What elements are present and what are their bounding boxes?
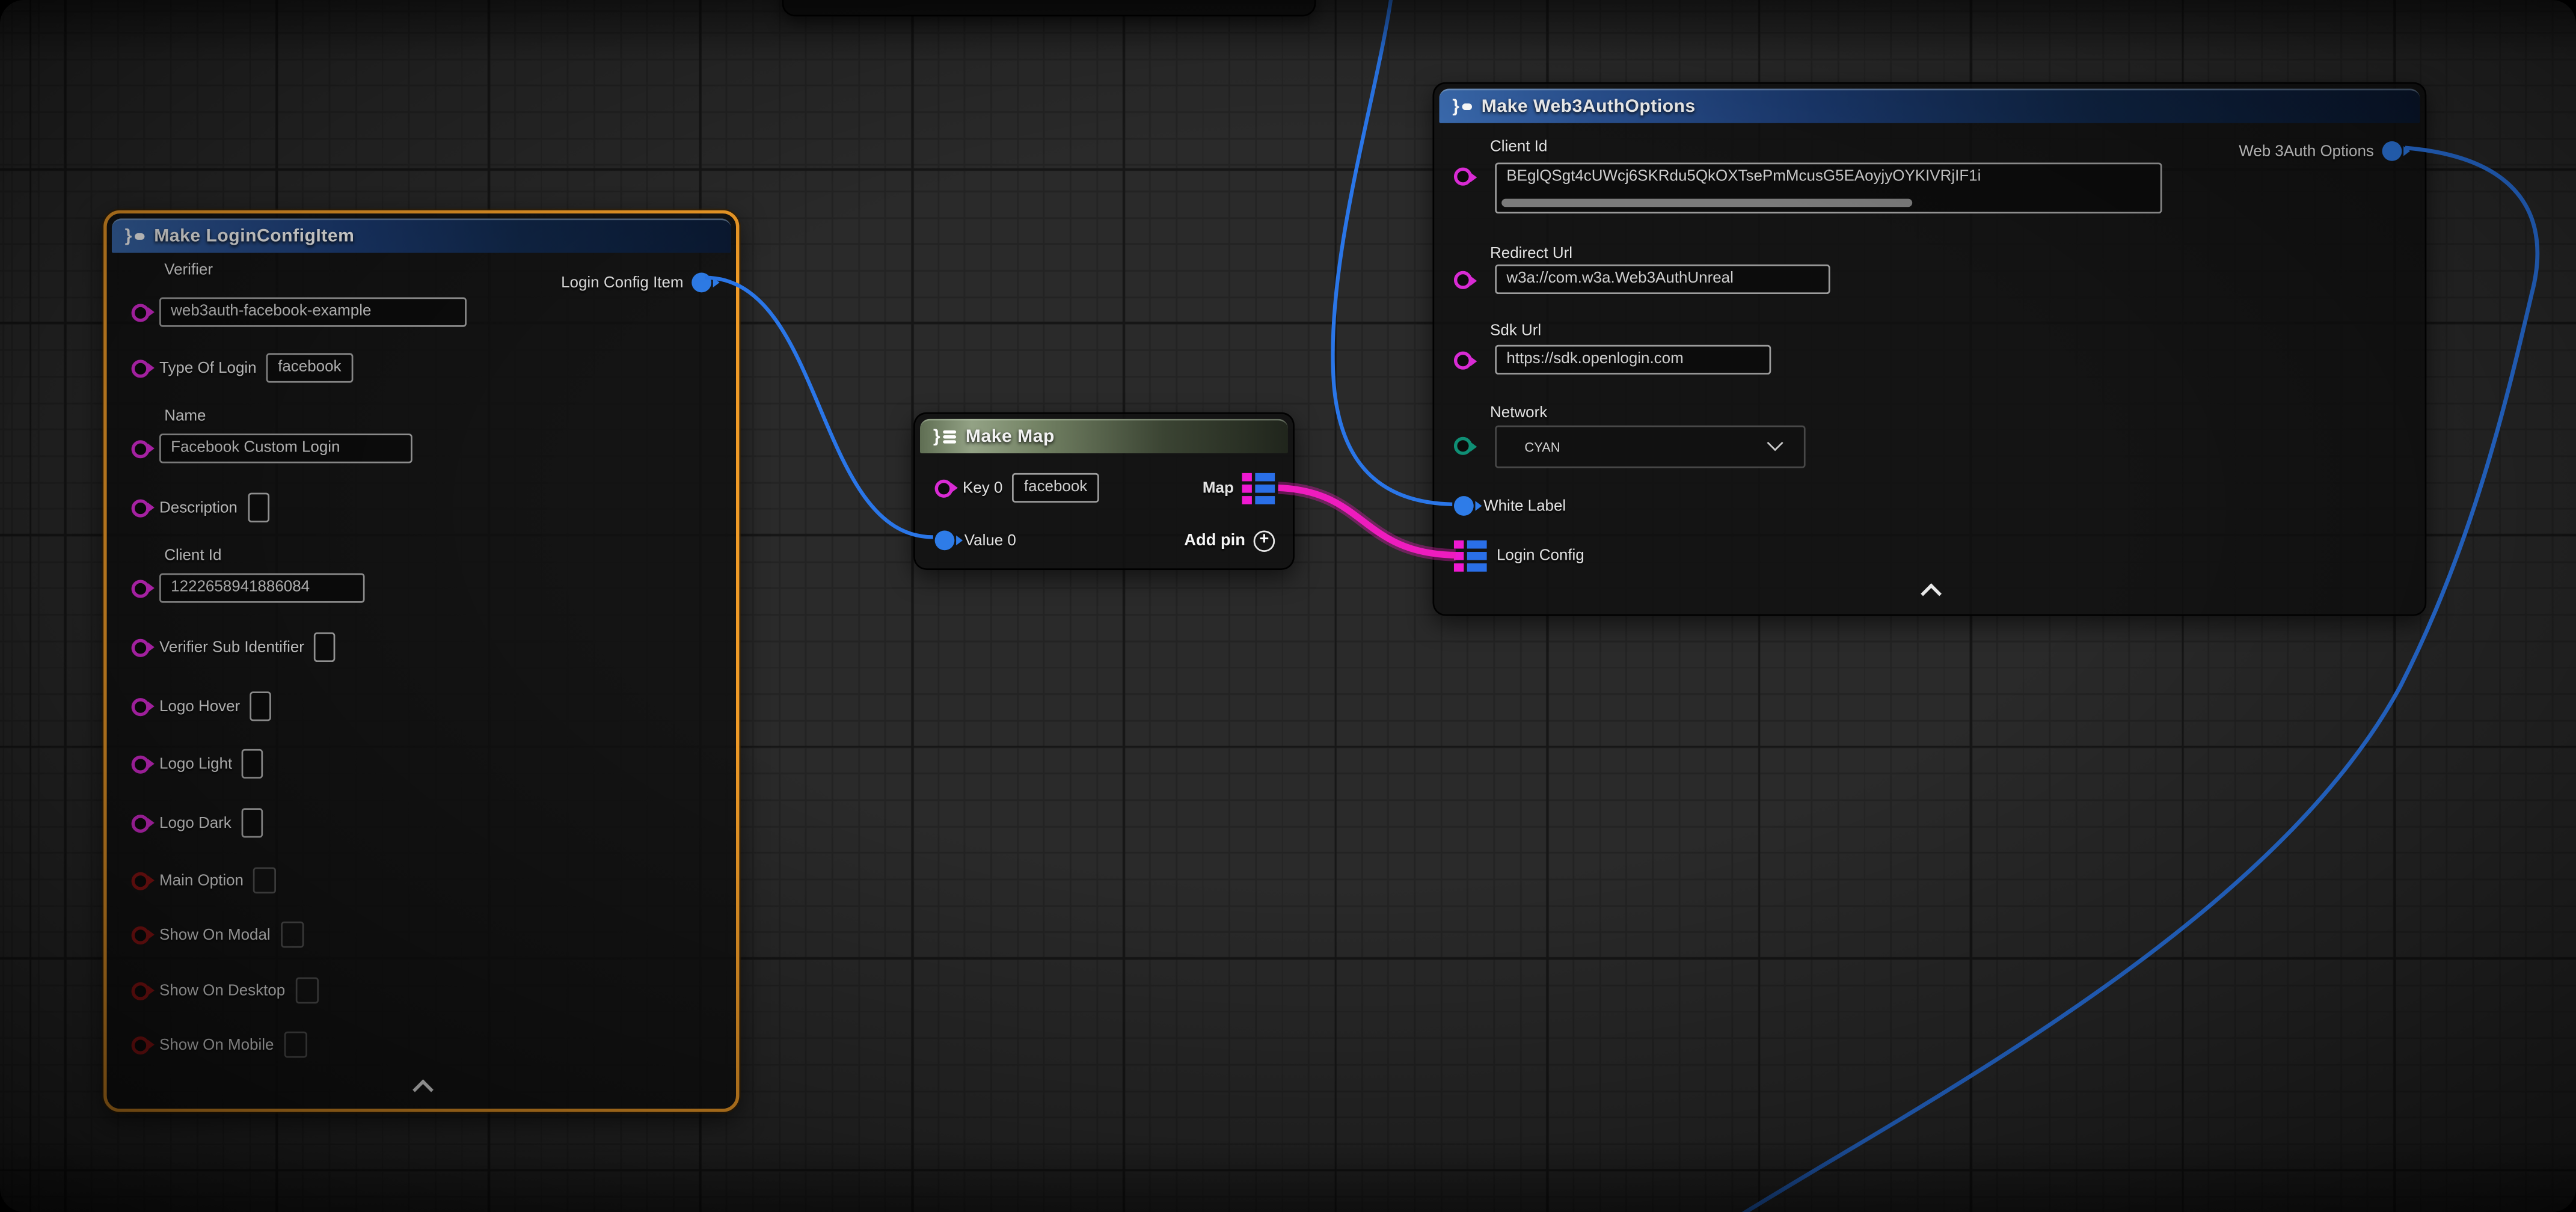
field-label: Sdk Url [1490,322,1541,340]
dropdown-chevron-icon [1767,434,1783,450]
make-struct-icon: } [1452,97,1471,117]
pin-show-on-desktop[interactable] [132,981,150,999]
offscreen-node-fragment[interactable] [782,0,1316,16]
pin-verifier-sub-identifier[interactable] [132,638,150,656]
logo-dark-input[interactable] [241,808,263,837]
pin-logo-dark[interactable] [132,814,150,832]
verifier-input[interactable]: web3auth-facebook-example [159,298,467,327]
field-label: Description [159,498,238,516]
field-label: Login Config [1497,546,1584,564]
pin-logo-light[interactable] [132,754,150,773]
pin-show-on-mobile[interactable] [132,1036,150,1054]
key-0-input[interactable]: facebook [1013,473,1099,503]
redirect-url-input[interactable]: w3a://com.w3a.Web3AuthUnreal [1495,265,1830,294]
pin-verifier[interactable] [132,303,150,321]
pin-logo-hover[interactable] [132,697,150,715]
field-label: Network [1490,404,1547,422]
pin-type-of-login[interactable] [132,359,150,377]
type-of-login-input[interactable]: facebook [266,353,353,382]
pin-redirect-url[interactable] [1454,271,1472,289]
node-header-make-web3authoptions[interactable]: } Make Web3AuthOptions [1439,89,2420,123]
description-input[interactable] [247,493,269,522]
pin-client-id[interactable] [132,579,150,597]
node-header-make-map[interactable]: } Make Map [920,419,1288,453]
network-value: CYAN [1524,439,1560,454]
pin-client-id[interactable] [1454,168,1472,186]
pin-name[interactable] [132,439,150,458]
field-label: Redirect Url [1490,245,1572,263]
node-header-make-loginconfigitem[interactable]: } Make LoginConfigItem [112,218,731,252]
make-struct-icon: } [125,227,144,246]
field-label: Show On Mobile [159,1036,274,1054]
output-pin-web3auth-options[interactable] [2382,141,2402,161]
pin-white-label[interactable] [1454,496,1474,516]
field-label: Show On Desktop [159,981,285,999]
network-dropdown[interactable]: CYAN [1495,426,1805,468]
pin-description[interactable] [132,498,150,516]
pin-sdk-url[interactable] [1454,352,1472,370]
field-label: Type Of Login [159,359,257,377]
pin-key-0[interactable] [935,479,953,497]
node-make-web3authoptions[interactable]: } Make Web3AuthOptions Web 3Auth Options… [1432,82,2426,616]
field-label: Logo Dark [159,814,232,832]
field-label: Name [164,408,206,426]
pin-network[interactable] [1454,437,1472,455]
field-label: Value 0 [964,531,1016,549]
node-title: Make LoginConfigItem [154,227,354,246]
logo-hover-input[interactable] [250,691,272,721]
output-pin-label: Map [1203,479,1234,497]
field-label: Verifier [164,261,213,279]
field-label: Key 0 [963,479,1002,497]
collapse-chevron-icon[interactable] [412,1079,434,1100]
output-pin-label: Web 3Auth Options [2239,142,2374,160]
node-make-loginconfigitem[interactable]: } Make LoginConfigItem Login Config Item… [103,210,739,1112]
logo-light-input[interactable] [242,749,264,779]
output-pin-login-config-item[interactable] [692,273,711,293]
pin-login-config[interactable] [1454,540,1487,571]
node-title: Make Web3AuthOptions [1482,97,1696,117]
field-label: Verifier Sub Identifier [159,638,304,656]
collapse-chevron-icon[interactable] [1921,583,1942,604]
field-label: White Label [1483,497,1566,515]
name-input[interactable]: Facebook Custom Login [159,433,412,463]
show-on-desktop-checkbox[interactable] [295,978,318,1004]
pin-main-option[interactable] [132,871,150,889]
node-make-map[interactable]: } Make Map Key 0 facebook Map Value 0 Ad… [913,412,1295,570]
client-id-scrollbar[interactable] [1501,198,1913,207]
node-title: Make Map [966,427,1055,447]
add-pin-label: Add pin [1184,531,1245,549]
client-id-text: BEglQSgt4cUWcj6SKRdu5QkOXTsePmMcusG5EAoy… [1506,168,1981,186]
output-pin-map[interactable] [1242,472,1275,503]
client-id-input[interactable]: 1222658941886084 [159,574,365,603]
pin-value-0[interactable] [935,530,955,550]
sdk-url-input[interactable]: https://sdk.openlogin.com [1495,345,1771,375]
verifier-sub-identifier-input[interactable] [314,632,336,662]
field-label: Main Option [159,871,244,889]
show-on-modal-checkbox[interactable] [280,922,303,948]
main-option-checkbox[interactable] [253,868,276,894]
pin-show-on-modal[interactable] [132,926,150,944]
add-pin-icon[interactable]: + [1254,530,1275,551]
field-label: Logo Hover [159,697,240,715]
field-label: Logo Light [159,754,232,773]
field-label: Show On Modal [159,926,271,944]
make-map-icon: } [933,427,956,447]
field-label: Client Id [164,547,221,565]
blueprint-editor-viewport: } Make LoginConfigItem Login Config Item… [0,0,2576,1212]
output-pin-label: Login Config Item [561,274,683,292]
field-label: Client Id [1490,138,1547,156]
client-id-input[interactable]: BEglQSgt4cUWcj6SKRdu5QkOXTsePmMcusG5EAoy… [1495,162,2162,213]
show-on-mobile-checkbox[interactable] [284,1032,307,1058]
